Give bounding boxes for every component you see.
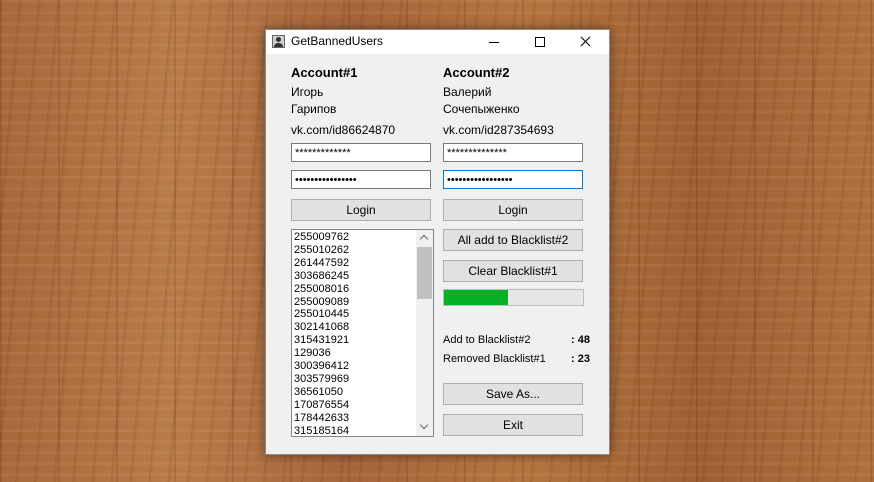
added-count-label: Add to Blacklist#2 [443, 334, 531, 346]
list-item[interactable]: 302141068 [294, 321, 416, 334]
list-item[interactable]: 315185164 [294, 425, 416, 436]
maximize-button[interactable] [517, 30, 563, 54]
account1-login-button[interactable]: Login [291, 199, 431, 221]
close-button[interactable] [563, 30, 609, 54]
list-item[interactable]: 303686245 [294, 270, 416, 283]
removed-count-value: : 23 [571, 353, 590, 365]
list-item[interactable]: 255010262 [294, 244, 416, 257]
exit-button[interactable]: Exit [443, 414, 583, 436]
user-app-icon [272, 35, 285, 48]
progress-fill [444, 290, 508, 305]
banned-ids-list[interactable]: 255009762 255010262 261447592 303686245 2550… [291, 229, 434, 437]
account1-login-field[interactable] [291, 143, 431, 162]
save-as-button[interactable]: Save As... [443, 383, 583, 405]
account2-link: vk.com/id287354693 [443, 123, 554, 137]
progress-bar [443, 289, 584, 306]
list-item[interactable]: 255008016 [294, 283, 416, 296]
account2-heading: Account#2 [443, 65, 510, 80]
list-item[interactable]: 261447592 [294, 257, 416, 270]
account1-password-field[interactable] [291, 170, 431, 189]
list-item[interactable]: 255009089 [294, 296, 416, 309]
scroll-up-icon[interactable] [416, 230, 433, 247]
window-title: GetBannedUsers [291, 34, 384, 48]
list-item[interactable]: 170876554 [294, 399, 416, 412]
account2-first-name: Валерий [443, 85, 492, 99]
account1-heading: Account#1 [291, 65, 358, 80]
scroll-down-icon[interactable] [416, 419, 433, 436]
list-item[interactable]: 315431921 [294, 334, 416, 347]
add-all-to-blacklist2-button[interactable]: All add to Blacklist#2 [443, 229, 583, 251]
account1-last-name: Гарипов [291, 102, 337, 116]
account2-last-name: Сочепыженко [443, 102, 520, 116]
banned-ids-items: 255009762 255010262 261447592 303686245 2550… [294, 231, 416, 436]
account2-password-field[interactable] [443, 170, 583, 189]
scroll-thumb[interactable] [417, 247, 432, 299]
list-item[interactable]: 255009762 [294, 231, 416, 244]
added-count-value: : 48 [571, 334, 590, 346]
app-window: GetBannedUsers Account#1 Игорь Гарипов v… [265, 29, 610, 455]
account1-link: vk.com/id86624870 [291, 123, 396, 137]
list-item[interactable]: 303579969 [294, 373, 416, 386]
list-scrollbar[interactable] [416, 230, 433, 436]
account2-login-button[interactable]: Login [443, 199, 583, 221]
list-item[interactable]: 129036 [294, 347, 416, 360]
list-item[interactable]: 36561050 [294, 386, 416, 399]
list-item[interactable]: 178442633 [294, 412, 416, 425]
title-bar[interactable]: GetBannedUsers [266, 30, 609, 54]
clear-blacklist1-button[interactable]: Clear Blacklist#1 [443, 260, 583, 282]
account2-login-field[interactable] [443, 143, 583, 162]
removed-count-label: Removed Blacklist#1 [443, 353, 546, 365]
minimize-button[interactable] [471, 30, 517, 54]
list-item[interactable]: 300396412 [294, 360, 416, 373]
account1-first-name: Игорь [291, 85, 324, 99]
list-item[interactable]: 255010445 [294, 308, 416, 321]
